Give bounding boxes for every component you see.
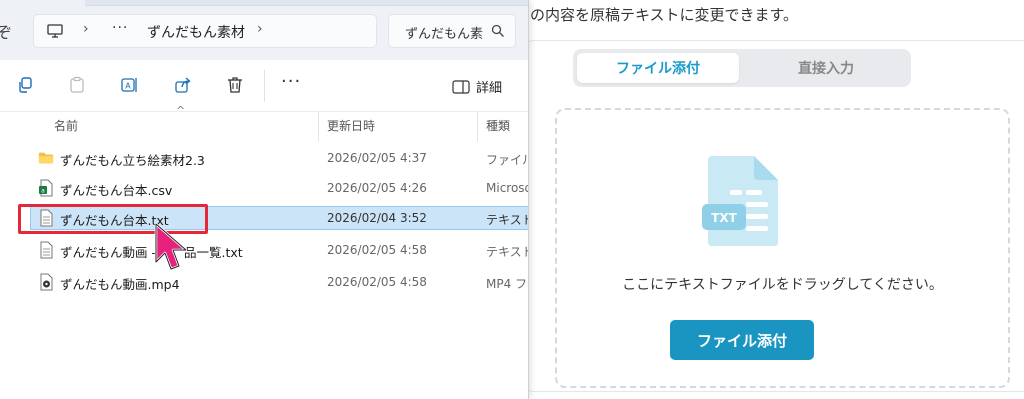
file-row[interactable]: ずんだもん動画 - 品一覧.txt 2026/02/05 4:58 テキスト <box>30 238 529 262</box>
file-type: ファイル フ <box>486 153 528 167</box>
paste-icon[interactable] <box>66 74 88 96</box>
input-mode-tabs: ファイル添付 直接入力 <box>573 49 911 87</box>
breadcrumb-folder[interactable]: ずんだもん素材 <box>147 22 245 42</box>
column-header-date[interactable]: 更新日時 <box>327 117 375 134</box>
file-explorer-window: ぞ › ··· ずんだもん素材 › ずんだもん素 A <box>0 0 529 399</box>
rename-icon[interactable]: A <box>119 74 141 96</box>
search-field[interactable]: ずんだもん素 <box>388 14 516 48</box>
tab-direct-input[interactable]: 直接入力 <box>745 53 907 83</box>
drop-instruction: ここにテキストファイルをドラッグしてください。 <box>622 277 943 293</box>
more-options-button[interactable]: ··· <box>281 71 301 92</box>
file-row[interactable]: a ずんだもん台本.csv 2026/02/05 4:26 Microso <box>30 176 529 200</box>
sort-ascending-icon: ^ <box>176 104 186 117</box>
video-file-icon <box>40 273 53 291</box>
column-divider[interactable] <box>318 112 319 142</box>
share-icon[interactable] <box>172 74 194 96</box>
file-type: テキスト <box>486 245 529 259</box>
text-file-icon <box>40 241 53 259</box>
column-divider[interactable] <box>477 112 478 142</box>
breadcrumb-overflow[interactable]: ··· <box>112 20 128 36</box>
details-pane-icon <box>452 79 470 94</box>
search-icon[interactable] <box>491 24 505 38</box>
column-header-type[interactable]: 種類 <box>486 117 510 134</box>
details-label: 詳細 <box>476 81 503 96</box>
trash-icon[interactable] <box>224 74 246 96</box>
search-input[interactable]: ずんだもん素 <box>405 23 491 42</box>
pointer-cursor-icon <box>154 222 188 271</box>
tab-file-attach[interactable]: ファイル添付 <box>577 53 739 83</box>
title-strip <box>85 0 528 6</box>
svg-text:A: A <box>125 82 131 91</box>
column-headers <box>0 112 528 142</box>
csv-icon: a <box>39 179 53 197</box>
svg-text:a: a <box>41 188 45 195</box>
file-date: 2026/02/05 4:37 <box>327 151 427 165</box>
copy-icon[interactable] <box>14 74 36 96</box>
txt-icon-label: TXT <box>711 211 737 225</box>
computer-icon[interactable] <box>46 22 64 40</box>
file-name[interactable]: ずんだもん台本.csv <box>60 180 172 199</box>
file-row[interactable]: ずんだもん立ち絵素材2.3 2026/02/05 4:37 ファイル フ <box>30 146 528 170</box>
file-date: 2026/02/05 4:26 <box>327 181 427 195</box>
file-name[interactable]: ずんだもん動画 - <box>60 242 156 261</box>
file-name[interactable]: ずんだもん立ち絵素材2.3 <box>60 150 205 169</box>
chevron-right-icon[interactable]: › <box>83 21 89 37</box>
column-header-name[interactable]: 名前 <box>54 117 78 134</box>
file-date: 2026/02/04 3:52 <box>327 211 427 225</box>
file-attach-button[interactable]: ファイル添付 <box>670 320 814 360</box>
file-row[interactable]: ずんだもん動画.mp4 2026/02/05 4:58 MP4 ファ <box>30 270 528 294</box>
file-name-tail[interactable]: 品一覧.txt <box>184 242 243 261</box>
address-bar-area: ぞ › ··· ずんだもん素材 › ずんだもん素 <box>0 0 528 60</box>
file-date: 2026/02/05 4:58 <box>327 275 427 289</box>
details-pane-button[interactable]: 詳細 <box>452 77 502 96</box>
file-date: 2026/02/05 4:58 <box>327 243 427 257</box>
toolbar-divider <box>264 70 265 102</box>
file-type: テキスト <box>486 213 529 227</box>
folder-icon <box>38 152 54 164</box>
file-type: MP4 ファ <box>486 277 528 291</box>
page-description: の内容を原稿テキストに変更できます。 <box>530 6 799 24</box>
back-arrow-icon[interactable]: ぞ <box>0 19 12 43</box>
file-type: Microso <box>486 181 529 195</box>
txt-file-icon: TXT <box>702 156 778 246</box>
chevron-right-icon[interactable]: › <box>257 21 263 37</box>
file-name[interactable]: ずんだもん動画.mp4 <box>60 274 180 293</box>
command-bar: A ··· 詳細 <box>0 60 528 112</box>
